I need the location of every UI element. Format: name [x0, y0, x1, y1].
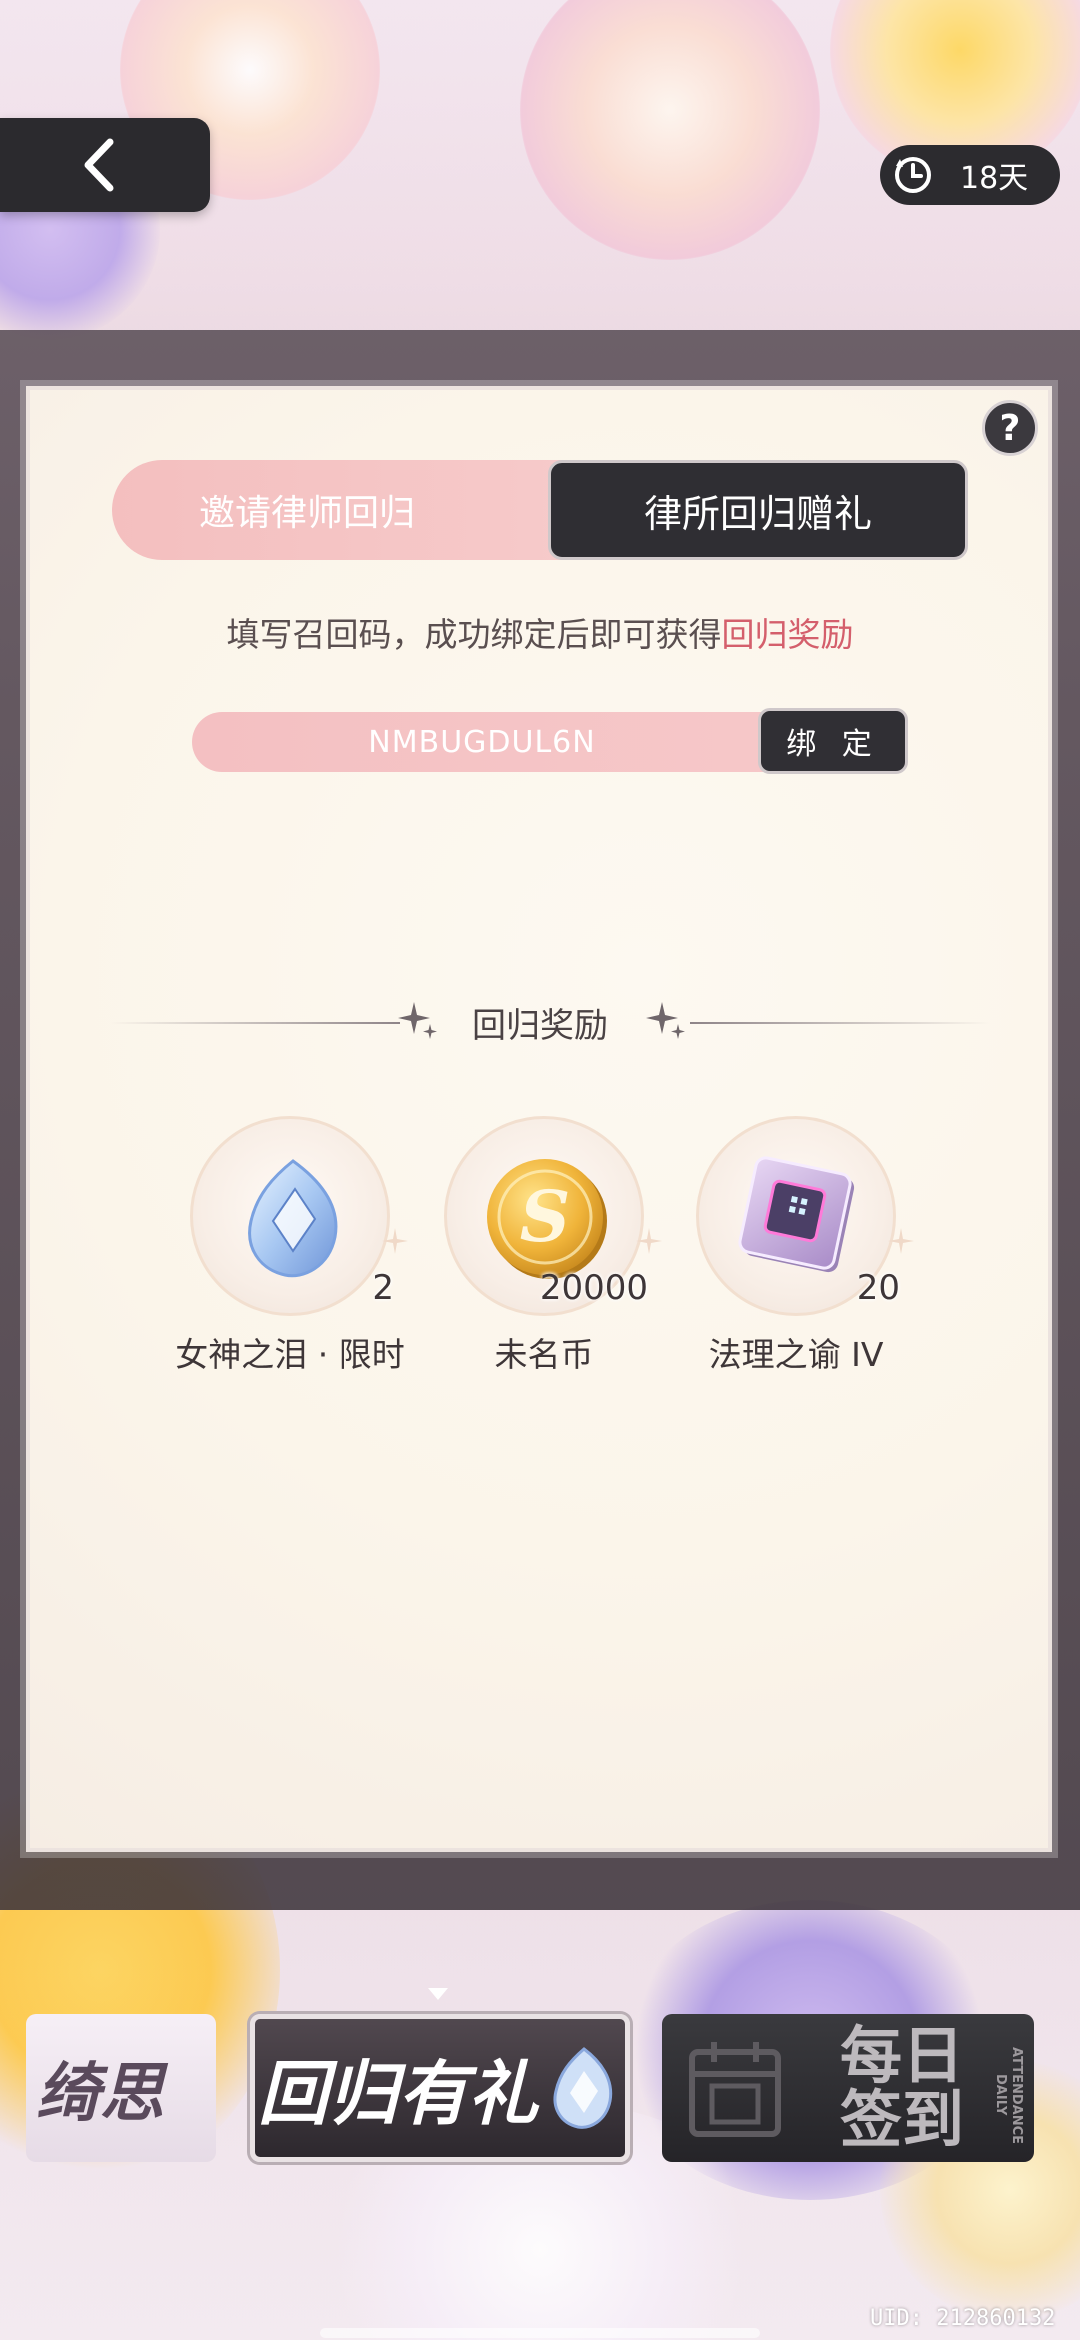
back-button[interactable] — [0, 118, 210, 212]
reward-quantity: 20000 — [539, 1268, 648, 1308]
code-input-row: NMBUGDUL6N 绑 定 — [192, 708, 908, 774]
reward-item[interactable]: 2 女神之泪 · 限时 — [150, 1116, 408, 1396]
reward-item[interactable]: S 20000 未名币 — [404, 1116, 662, 1396]
reward-quantity: 2 — [372, 1268, 394, 1308]
reward-name: 法理之谕 IV — [708, 1335, 884, 1374]
tab-return-gift[interactable]: 回归有礼 — [250, 2014, 630, 2162]
bind-button-label: 绑 定 — [786, 727, 880, 762]
divider-right — [690, 1022, 990, 1024]
clock-icon — [895, 157, 931, 193]
tab-label: 邀请律师回归 — [198, 493, 415, 534]
countdown-text: 18天 — [960, 161, 1029, 196]
flower-decoration — [520, 0, 820, 260]
reward-item[interactable]: 20 法理之谕 IV — [656, 1116, 914, 1396]
daily-checkin-label: 每日 签到 — [840, 2024, 964, 2152]
svg-text:S: S — [520, 1175, 571, 1258]
instruction-prefix: 填写召回码，成功绑定后即可获得 — [226, 615, 722, 654]
teardrop-gem-icon — [248, 1159, 338, 1278]
home-indicator[interactable] — [320, 2328, 760, 2338]
tab-label-line2: 签到 — [839, 2083, 964, 2156]
recall-code-value: NMBUGDUL6N — [368, 724, 596, 760]
help-button[interactable]: ? — [982, 400, 1038, 456]
instruction-text: 填写召回码，成功绑定后即可获得回归奖励 — [0, 608, 1080, 656]
tab-label-line1: 每日 — [839, 2019, 964, 2092]
instruction-highlight: 回归奖励 — [721, 615, 854, 654]
recall-code-input[interactable]: NMBUGDUL6N — [192, 712, 812, 772]
teardrop-gem-icon — [553, 2047, 613, 2129]
sparkle-icon — [888, 1228, 914, 1254]
reward-icon-frame — [190, 1116, 390, 1316]
countdown-badge: 18天 — [880, 145, 1060, 205]
tab-invite-lawyer[interactable]: 邀请律师回归 — [112, 460, 572, 560]
bind-button[interactable]: 绑 定 — [758, 708, 908, 774]
tab-daily-checkin[interactable]: 每日 签到 ATTENDANCE DAILY — [662, 2014, 1034, 2162]
tab-qisi[interactable]: 绮思 — [26, 2014, 216, 2162]
selected-indicator-arrow — [428, 1988, 448, 2000]
sparkle-icon — [646, 1002, 685, 1039]
tab-label: 绮思 — [36, 2057, 164, 2131]
tab-firm-return-gift[interactable]: 律所回归赠礼 — [548, 460, 968, 560]
reward-quantity: 20 — [856, 1268, 900, 1308]
attendance-daily-text: ATTENDANCE DAILY — [993, 2046, 1024, 2144]
data-chip-icon — [738, 1156, 855, 1273]
tab-label: 回归有礼 — [258, 2052, 538, 2135]
uid-label: UID: 212860132 — [870, 2306, 1056, 2331]
tab-bar: 邀请律师回归 律所回归赠礼 — [112, 460, 972, 560]
chevron-left-icon — [84, 138, 114, 192]
calendar-icon — [689, 2042, 781, 2137]
tab-label: 律所回归赠礼 — [643, 491, 872, 536]
